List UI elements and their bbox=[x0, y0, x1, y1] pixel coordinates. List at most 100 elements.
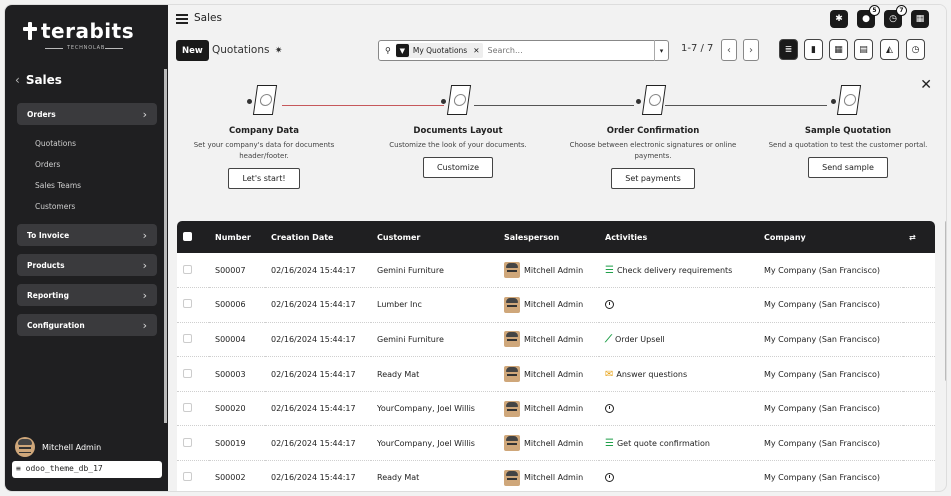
checkbox[interactable] bbox=[183, 368, 192, 378]
search-facet[interactable]: ▼ My Quotations ✕ bbox=[395, 43, 483, 58]
sidebar-menu-orders[interactable]: Orders › bbox=[17, 103, 157, 125]
checkbox[interactable] bbox=[183, 437, 192, 447]
column-header-number[interactable]: Number bbox=[209, 221, 265, 253]
row-checkbox-cell[interactable] bbox=[177, 287, 209, 323]
sidebar-subitem-customers[interactable]: Customers bbox=[35, 202, 75, 211]
table-row[interactable]: S00007 02/16/2024 15:44:17 Gemini Furnitur… bbox=[177, 253, 935, 289]
pager-value[interactable]: 1-7 / 7 bbox=[681, 43, 713, 54]
set-payments-button[interactable]: Set payments bbox=[611, 168, 695, 189]
checkbox[interactable] bbox=[183, 333, 192, 343]
sidebar-menu-to-invoice[interactable]: To Invoice › bbox=[17, 224, 157, 246]
send-sample-button[interactable]: Send sample bbox=[808, 157, 888, 178]
checkbox[interactable] bbox=[183, 231, 192, 241]
table-row[interactable]: S00020 02/16/2024 15:44:17 YourCompany, Jo… bbox=[177, 391, 935, 427]
sidebar-scrollbar[interactable] bbox=[164, 69, 167, 423]
row-checkbox-cell[interactable] bbox=[177, 425, 209, 462]
chart-icon[interactable]: ⟋ bbox=[605, 334, 612, 345]
cell-activities[interactable]: ✉ Answer questions bbox=[599, 356, 758, 392]
cell-number: S00019 bbox=[209, 425, 265, 462]
table-row[interactable]: S00019 02/16/2024 15:44:17 YourCompany, Jo… bbox=[177, 425, 935, 462]
customize-button[interactable]: Customize bbox=[423, 157, 493, 178]
column-header-company[interactable]: Company bbox=[758, 221, 903, 253]
search-input[interactable] bbox=[487, 46, 598, 55]
graph-view-button[interactable]: ◭ bbox=[880, 39, 899, 60]
table-row[interactable]: S00002 02/16/2024 15:44:17 Ready Mat Mitche… bbox=[177, 460, 935, 491]
back-chevron-icon[interactable]: ‹ bbox=[15, 73, 20, 87]
clock-icon[interactable] bbox=[605, 404, 614, 414]
new-button[interactable]: New bbox=[176, 40, 209, 61]
cell-activities[interactable] bbox=[599, 391, 758, 427]
sidebar-subitem-orders[interactable]: Orders bbox=[35, 160, 60, 169]
list-icon[interactable]: ☰ bbox=[605, 438, 614, 449]
sidebar-menu-label: Orders bbox=[27, 109, 56, 119]
step-description: Choose between electronic signatures or … bbox=[569, 141, 737, 160]
step-title: Company Data bbox=[229, 126, 299, 136]
sidebar-subitem-quotations[interactable]: Quotations bbox=[35, 139, 76, 148]
sidebar-menu-reporting[interactable]: Reporting › bbox=[17, 284, 157, 306]
clock-icon[interactable] bbox=[605, 300, 614, 310]
activity-summary: Order Upsell bbox=[615, 334, 665, 344]
row-checkbox-cell[interactable] bbox=[177, 322, 209, 358]
page-title: Quotations ✷ bbox=[212, 44, 282, 56]
company-logo[interactable]: terabits bbox=[23, 21, 134, 41]
sidebar-menu-products[interactable]: Products › bbox=[17, 254, 157, 276]
column-header-customer[interactable]: Customer bbox=[371, 221, 498, 253]
mail-icon[interactable]: ✉ bbox=[605, 369, 613, 380]
cell-activities[interactable] bbox=[599, 287, 758, 323]
table-row[interactable]: S00004 02/16/2024 15:44:17 Gemini Furnitur… bbox=[177, 322, 935, 358]
user-menu[interactable]: Mitchell Admin bbox=[15, 437, 101, 457]
checkbox[interactable] bbox=[183, 403, 192, 413]
select-all-checkbox[interactable] bbox=[177, 221, 209, 253]
gear-icon[interactable]: ✷ bbox=[275, 46, 283, 56]
remove-facet-icon[interactable]: ✕ bbox=[473, 46, 479, 55]
kanban-view-button[interactable]: ▮ bbox=[804, 39, 823, 60]
lets-start-button[interactable]: Let's start! bbox=[228, 168, 300, 189]
calendar-view-button[interactable]: ▦ bbox=[829, 39, 848, 60]
cell-activities[interactable]: ⟋ Order Upsell bbox=[599, 322, 758, 358]
checkbox[interactable] bbox=[183, 299, 192, 309]
sidebar-app-header[interactable]: ‹ Sales bbox=[15, 73, 62, 87]
checkbox[interactable] bbox=[183, 264, 192, 274]
cell-company: My Company (San Francisco) bbox=[758, 460, 903, 491]
row-checkbox-cell[interactable] bbox=[177, 356, 209, 392]
breadcrumb[interactable]: Sales bbox=[194, 12, 222, 24]
table-row[interactable]: S00003 02/16/2024 15:44:17 Ready Mat Mitche… bbox=[177, 356, 935, 392]
app-window: terabits TECHNOLAB ‹ Sales Orders › Quot… bbox=[4, 4, 947, 492]
cell-activities[interactable]: ☰ Get quote confirmation bbox=[599, 425, 758, 462]
messages-badge: 5 bbox=[869, 5, 880, 16]
clock-icon[interactable] bbox=[605, 473, 614, 483]
pager-previous-button[interactable]: ‹ bbox=[721, 39, 737, 61]
table-row[interactable]: S00006 02/16/2024 15:44:17 Lumber Inc Mitch… bbox=[177, 287, 935, 323]
row-checkbox-cell[interactable] bbox=[177, 253, 209, 289]
pager-next-button[interactable]: › bbox=[743, 39, 759, 61]
column-header-salesperson[interactable]: Salesperson bbox=[498, 221, 599, 253]
search-dropdown-toggle[interactable]: ▾ bbox=[654, 40, 668, 61]
search-bar[interactable]: ⚲ ▼ My Quotations ✕ ▾ bbox=[378, 40, 669, 61]
pivot-view-button[interactable]: ▤ bbox=[854, 39, 873, 60]
activities-clock-icon[interactable]: ◷ 7 bbox=[884, 5, 907, 28]
salesperson-name: Mitchell Admin bbox=[524, 265, 584, 275]
activity-summary: Check delivery requirements bbox=[616, 265, 733, 275]
database-selector[interactable]: ≡ odoo_theme_db_17 bbox=[12, 461, 162, 478]
sidebar: terabits TECHNOLAB ‹ Sales Orders › Quot… bbox=[5, 5, 168, 491]
column-header-activities[interactable]: Activities bbox=[599, 221, 758, 253]
messages-icon[interactable]: ● 5 bbox=[857, 5, 880, 28]
page-scrollbar[interactable] bbox=[945, 221, 946, 381]
sidebar-menu-configuration[interactable]: Configuration › bbox=[17, 314, 157, 336]
column-header-creation-date[interactable]: Creation Date bbox=[265, 221, 371, 253]
row-checkbox-cell[interactable] bbox=[177, 391, 209, 427]
sliders-icon[interactable]: ⇄ bbox=[909, 233, 916, 242]
hamburger-menu-icon[interactable] bbox=[176, 14, 188, 24]
company-switch-icon[interactable]: ▦ bbox=[911, 10, 929, 28]
sidebar-subitem-sales-teams[interactable]: Sales Teams bbox=[35, 181, 81, 190]
activity-view-button[interactable]: ◷ bbox=[906, 39, 925, 60]
row-checkbox-cell[interactable] bbox=[177, 460, 209, 491]
cell-activities[interactable] bbox=[599, 460, 758, 491]
list-icon[interactable]: ☰ bbox=[605, 265, 614, 276]
optional-columns-toggle[interactable]: ⇄ bbox=[903, 221, 935, 253]
checkbox[interactable] bbox=[183, 472, 192, 482]
cell-activities[interactable]: ☰ Check delivery requirements bbox=[599, 253, 758, 289]
debug-icon[interactable]: ✱ bbox=[830, 10, 848, 28]
cell-total: $ 2,57 bbox=[903, 322, 935, 358]
list-view-button[interactable]: ≣ bbox=[779, 39, 798, 60]
